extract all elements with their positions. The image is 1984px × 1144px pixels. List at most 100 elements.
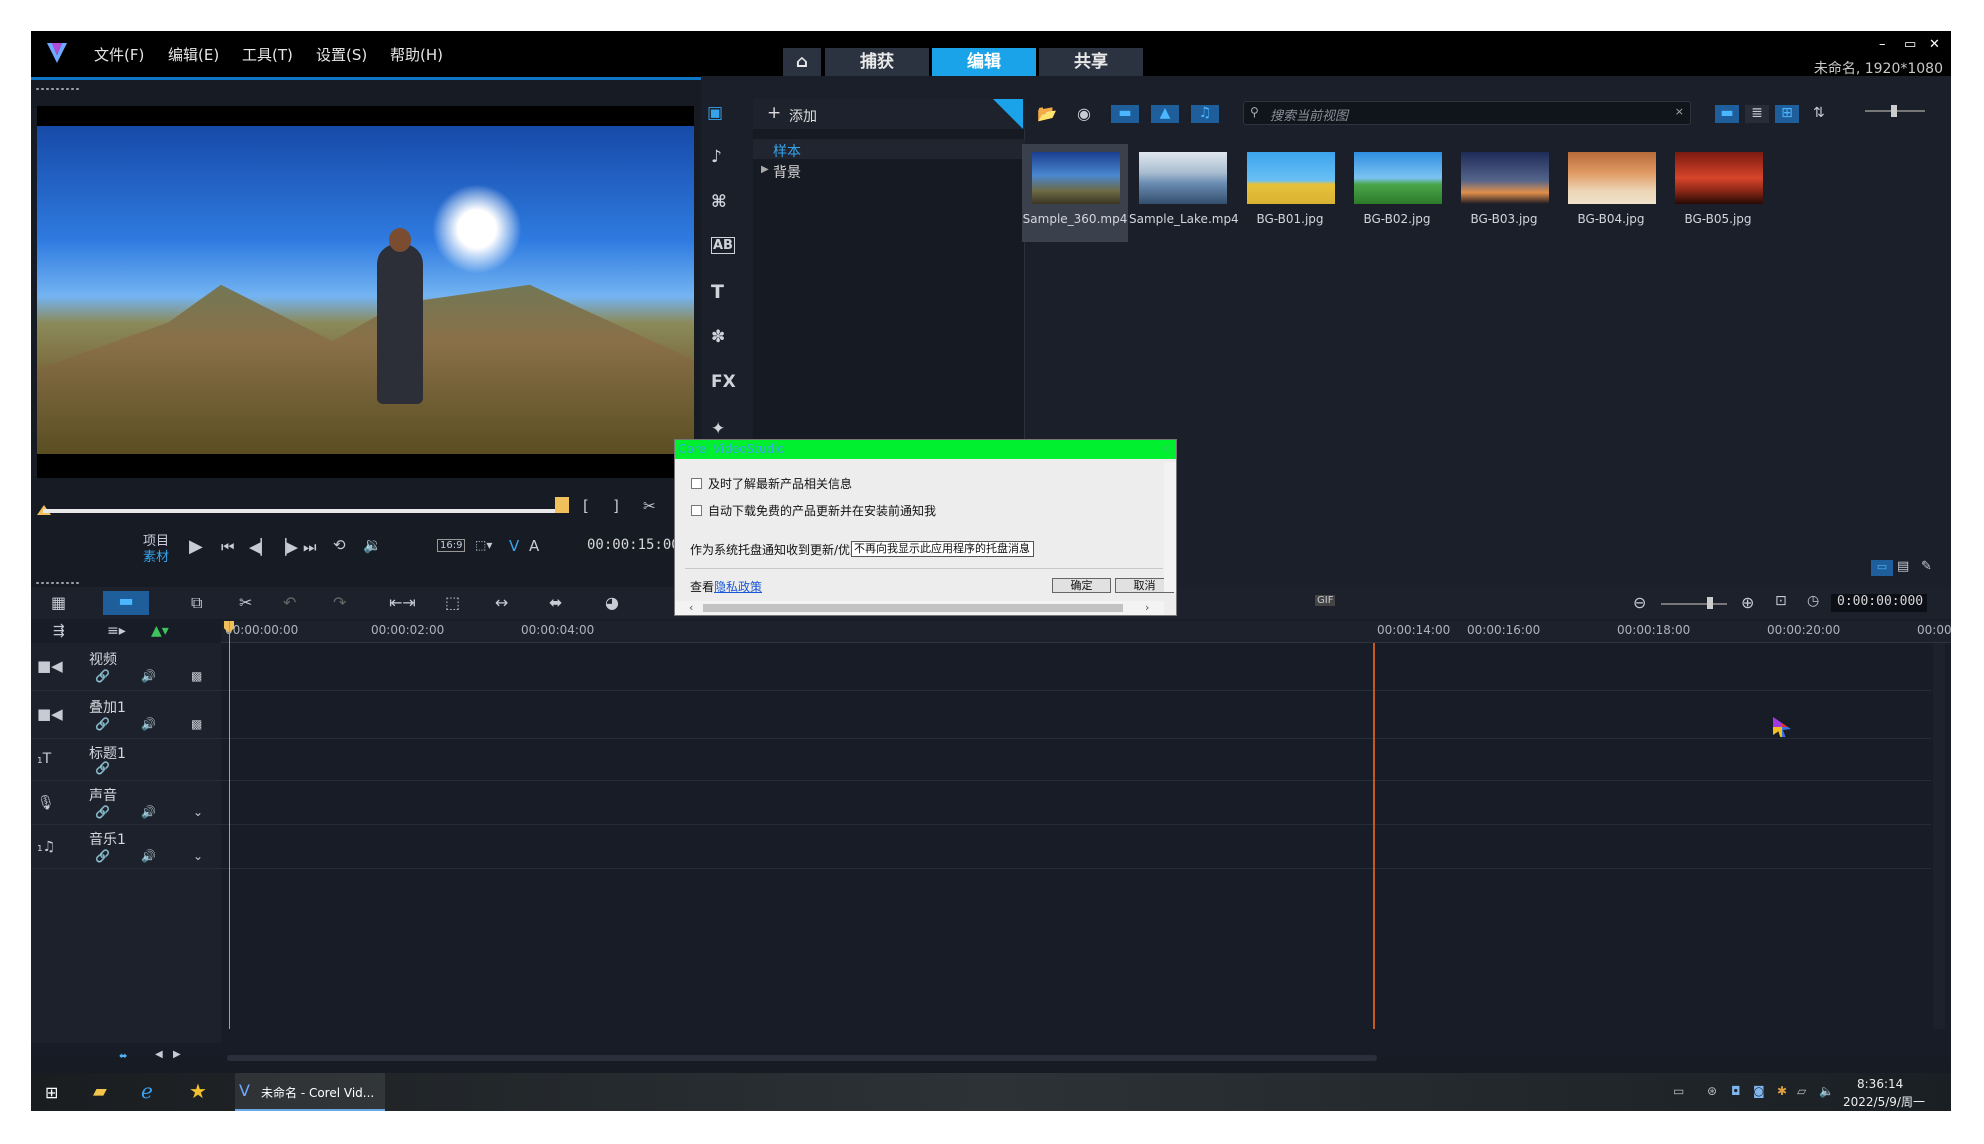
link-icon[interactable]: 🔗 — [95, 717, 110, 731]
tray-time[interactable]: 8:36:14 — [1857, 1077, 1903, 1091]
mark-in-button[interactable]: [ — [583, 497, 589, 515]
restore-button[interactable]: ▭ — [1904, 37, 1916, 52]
a-icon[interactable]: A — [529, 537, 539, 555]
library-clip[interactable]: BG-B03.jpg — [1451, 144, 1557, 242]
library-clip[interactable]: BG-B02.jpg — [1344, 144, 1450, 242]
tray-date[interactable]: 2022/5/9/周一 — [1843, 1093, 1925, 1110]
fx-icon[interactable]: FX — [711, 372, 736, 392]
enable-track-icon[interactable]: ▩ — [191, 717, 202, 731]
library-clip[interactable]: BG-B05.jpg — [1665, 144, 1771, 242]
title-template-icon[interactable]: AB — [711, 237, 735, 254]
zoom-slider-handle[interactable] — [1707, 597, 1713, 609]
library-clip[interactable]: BG-B04.jpg — [1558, 144, 1664, 242]
show-video-icon[interactable]: ▬ — [1111, 105, 1139, 123]
storyboard-view-icon[interactable]: ▦ — [51, 593, 66, 612]
timeline-ruler[interactable]: 00:00:00:00 00:00:02:00 00:00:04:00 00:0… — [221, 621, 1951, 643]
scroll-right-icon[interactable]: › — [1145, 601, 1149, 614]
list-view-icon[interactable]: ≣ — [1745, 105, 1769, 123]
edit-panel-icon[interactable]: ✎ — [1921, 559, 1932, 574]
track-voice[interactable]: 🎙 声音 🔗 🔊 ⌄ — [31, 781, 1931, 825]
next-frame-button[interactable]: ▕▶ — [275, 538, 298, 556]
tray-app-icon[interactable]: ◘ — [1731, 1084, 1741, 1098]
scroll-left-icon[interactable]: ◀ — [155, 1049, 163, 1060]
show-audio-icon[interactable]: ♫ — [1191, 105, 1219, 123]
library-clip[interactable]: BG-B01.jpg — [1237, 144, 1343, 242]
panel-grip[interactable] — [35, 581, 81, 585]
link-icon[interactable]: 🔗 — [95, 761, 110, 775]
v-icon[interactable]: V — [509, 537, 519, 555]
library-clip[interactable]: Sample_Lake.mp4 — [1129, 144, 1239, 242]
import-folder-icon[interactable]: 📂 — [1037, 104, 1057, 123]
thumbnail-size-handle[interactable] — [1891, 105, 1897, 117]
tray-corel-icon[interactable]: ✱ — [1777, 1084, 1787, 1098]
zoom-slider[interactable] — [1661, 603, 1727, 605]
add-folder-row[interactable]: + 添加 — [753, 99, 1025, 129]
prev-frame-button[interactable]: ◀▏ — [249, 538, 272, 556]
tab-share[interactable]: 共享 — [1039, 48, 1143, 77]
tray-network-icon[interactable]: ⊛ — [1707, 1084, 1717, 1098]
menu-edit[interactable]: 编辑(E) — [168, 44, 219, 65]
resize-icon[interactable]: ⬌ — [549, 593, 562, 612]
ie-icon[interactable]: ℯ — [141, 1079, 153, 1103]
tools-icon[interactable]: ✂ — [239, 593, 252, 612]
tray-volume-icon[interactable]: 🔈 — [1819, 1084, 1834, 1098]
scroll-thumb[interactable] — [703, 604, 1123, 612]
folder-item-sample[interactable]: 样本 — [753, 139, 1025, 160]
capture-icon[interactable]: ◉ — [1077, 104, 1091, 123]
split-clip-icon[interactable]: ✂ — [643, 497, 656, 515]
media-icon[interactable]: ▣ — [707, 103, 723, 123]
transition-icon[interactable]: ⌘ — [711, 192, 727, 212]
timeline-view-icon[interactable]: ▬ — [103, 591, 149, 615]
magic-icon[interactable]: ✦ — [711, 419, 725, 439]
folder-item-background[interactable]: ▶ 背景 — [753, 161, 1025, 181]
timeline-timecode[interactable]: 0:00:00:000 — [1831, 594, 1927, 612]
sort-icon[interactable]: ⇅ — [1813, 105, 1825, 121]
dialog-vscrollbar[interactable] — [1164, 462, 1176, 592]
add-marker-icon[interactable]: ▲▾ — [151, 623, 169, 639]
show-photo-icon[interactable]: ▲ — [1151, 105, 1179, 123]
color-icon[interactable]: ◕ — [605, 593, 619, 612]
favorites-icon[interactable]: ★ — [189, 1079, 207, 1103]
mute-icon[interactable]: 🔊 — [141, 849, 156, 863]
home-frame-button[interactable]: ⏮ — [221, 538, 235, 556]
tab-capture[interactable]: 捕获 — [825, 48, 929, 77]
mark-out-handle[interactable] — [555, 497, 569, 513]
track-manager-icon[interactable]: ⇶ — [53, 623, 65, 639]
start-icon[interactable]: ⊞ — [45, 1083, 58, 1102]
undo-icon[interactable]: ↶ — [283, 593, 296, 612]
trim-icon[interactable]: ↔ — [495, 593, 508, 612]
copy-icon[interactable]: ⧉ — [191, 593, 202, 613]
menu-settings[interactable]: 设置(S) — [316, 44, 367, 65]
clip-mode-label[interactable]: 素材 — [143, 546, 169, 565]
tab-edit[interactable]: 编辑 — [932, 48, 1036, 77]
dialog-hscrollbar[interactable]: ‹ › — [675, 601, 1164, 615]
mute-icon[interactable]: 🔊 — [141, 805, 156, 819]
preview-timecode[interactable]: 00:00:15:009 — [587, 537, 688, 553]
text-icon[interactable]: T — [711, 281, 724, 303]
timeline-hscrollbar[interactable] — [227, 1055, 1377, 1061]
crop-mode-icon[interactable]: ⬚▾ — [475, 538, 492, 552]
play-button[interactable]: ▶ — [189, 536, 203, 557]
enable-track-icon[interactable]: ▩ — [191, 669, 202, 683]
mute-icon[interactable]: 🔊 — [141, 669, 156, 683]
track-overlay[interactable]: ■◀ 叠加1 🔗 🔊 ▩ — [31, 691, 1931, 739]
redo-icon[interactable]: ↷ — [333, 593, 346, 612]
library-option-icon[interactable]: ▭ — [1871, 560, 1893, 576]
track-video[interactable]: ■◀ 视频 🔗 🔊 ▩ — [31, 643, 1931, 691]
timeline-vscrollbar[interactable] — [1933, 643, 1945, 1029]
repeat-icon[interactable]: ⟲ — [333, 536, 346, 554]
dialog-close-icon[interactable]: ✕ — [1161, 442, 1171, 456]
tray-keyboard-icon[interactable]: ▭ — [1673, 1084, 1684, 1098]
track-title[interactable]: ₁T 标题1 🔗 — [31, 739, 1931, 781]
link-icon[interactable]: 🔗 — [95, 669, 110, 683]
menu-file[interactable]: 文件(F) — [94, 44, 144, 65]
menu-tools[interactable]: 工具(T) — [242, 44, 293, 65]
graphics-icon[interactable]: ✽ — [711, 327, 725, 347]
library-clip[interactable]: Sample_360.mp4 — [1022, 144, 1128, 242]
end-frame-button[interactable]: ⏭ — [303, 538, 317, 556]
menu-help[interactable]: 帮助(H) — [390, 44, 443, 65]
close-button[interactable]: ✕ — [1929, 37, 1940, 52]
storyboard-icon[interactable]: ▤ — [1897, 559, 1909, 574]
fit-project-icon[interactable]: ⊡ — [1775, 593, 1787, 609]
scroll-left-icon[interactable]: ‹ — [689, 601, 693, 614]
